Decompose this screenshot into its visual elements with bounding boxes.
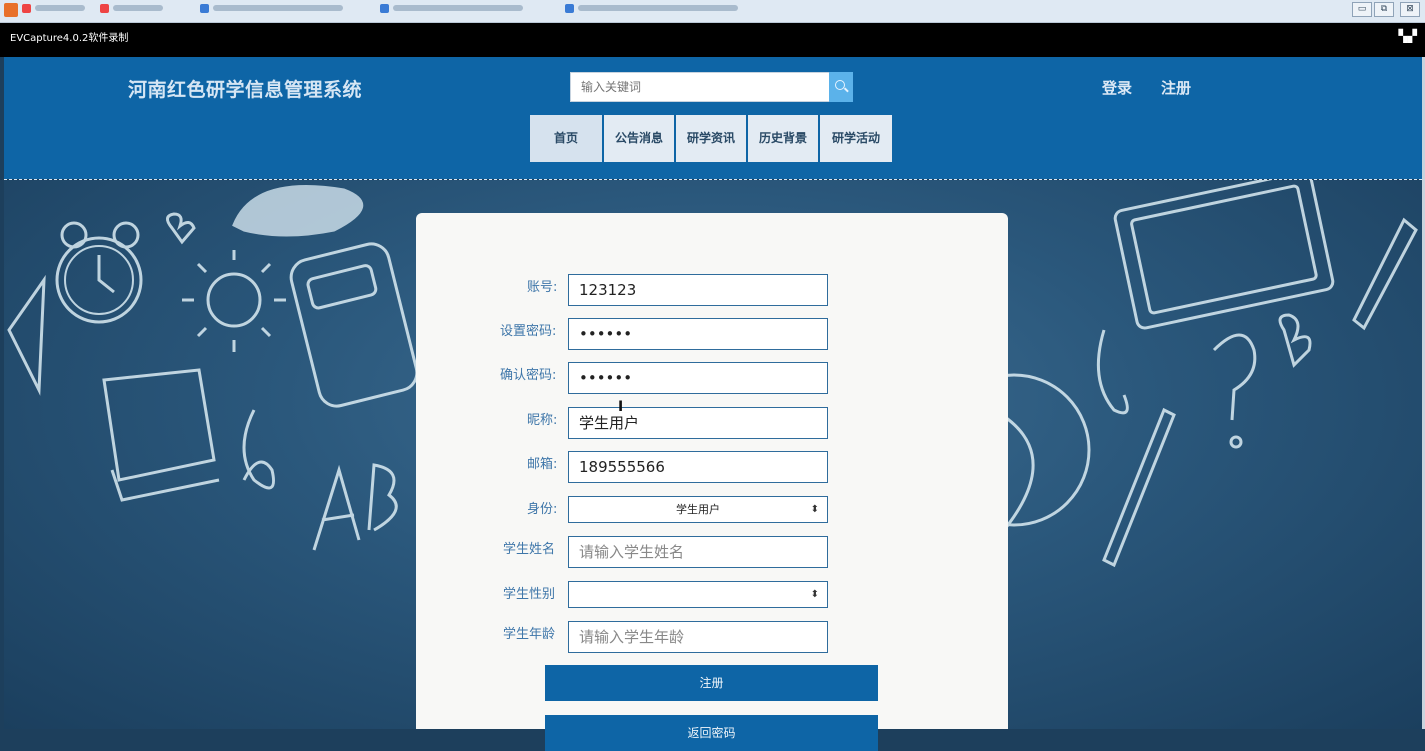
role-select[interactable]: 学生用户 ⬍ (568, 496, 828, 523)
nickname-label: 昵称: (527, 413, 558, 428)
nav-announcements[interactable]: 公告消息 (604, 115, 674, 162)
student-age-field[interactable]: 请输入学生年龄 (568, 621, 828, 653)
site-title: 河南红色研学信息管理系统 (128, 79, 363, 101)
site-header: 河南红色研学信息管理系统 登录 注册 首页 公告消息 研学资讯 历史背景 研学活… (4, 57, 1422, 179)
email-field[interactable]: 189555566 (568, 451, 828, 483)
search-button[interactable] (829, 72, 853, 102)
close-button[interactable]: ⊠ (1400, 2, 1420, 17)
search-input[interactable] (570, 72, 830, 102)
os-tab[interactable] (200, 4, 343, 16)
back-button[interactable]: 返回密码 (545, 715, 878, 751)
role-label: 身份: (527, 502, 558, 517)
password-field[interactable]: •••••• (568, 318, 828, 350)
capture-title: EVCapture4.0.2软件录制 (10, 33, 129, 44)
student-name-field[interactable]: 请输入学生姓名 (568, 536, 828, 568)
student-gender-select[interactable]: ⬍ (568, 581, 828, 608)
text-cursor-icon: I (618, 399, 624, 415)
main-nav: 首页 公告消息 研学资讯 历史背景 研学活动 (530, 115, 894, 162)
nav-home[interactable]: 首页 (530, 115, 602, 162)
login-link[interactable]: 登录 (1102, 77, 1132, 98)
os-taskbar: ▭ ⧉ ⊠ (0, 0, 1425, 23)
minimize-button[interactable]: ▭ (1352, 2, 1372, 17)
student-gender-label: 学生性别 (503, 587, 556, 602)
maximize-button[interactable]: ⧉ (1374, 2, 1394, 17)
select-arrow-icon: ⬍ (810, 589, 819, 600)
password-label: 设置密码: (500, 324, 557, 339)
confirm-password-field[interactable]: •••••• (568, 362, 828, 394)
account-field[interactable]: 123123 (568, 274, 828, 306)
register-form-card: 账号: 123123 设置密码: •••••• 确认密码: •••••• 昵称:… (416, 213, 1008, 751)
nav-activities[interactable]: 研学活动 (820, 115, 892, 162)
nickname-field[interactable]: 学生用户 (568, 407, 828, 439)
confirm-password-label: 确认密码: (500, 368, 557, 383)
grid-icon[interactable]: ▚▞ (1399, 29, 1417, 43)
account-label: 账号: (527, 280, 558, 295)
nav-history[interactable]: 历史背景 (748, 115, 818, 162)
student-name-label: 学生姓名 (503, 542, 556, 557)
nav-news[interactable]: 研学资讯 (676, 115, 746, 162)
select-arrow-icon: ⬍ (810, 504, 819, 515)
role-select-value: 学生用户 (676, 503, 720, 516)
os-tab[interactable] (380, 4, 523, 16)
search-icon (835, 80, 845, 90)
register-link[interactable]: 注册 (1161, 77, 1191, 98)
app-icon (4, 3, 18, 17)
capture-bar: EVCapture4.0.2软件录制 ▚▞ (0, 23, 1425, 57)
student-age-label: 学生年龄 (503, 627, 556, 642)
os-tab[interactable] (565, 4, 738, 16)
email-label: 邮箱: (527, 457, 558, 472)
register-submit-button[interactable]: 注册 (545, 665, 878, 701)
os-tab[interactable] (100, 4, 163, 16)
os-tab[interactable] (22, 4, 85, 16)
